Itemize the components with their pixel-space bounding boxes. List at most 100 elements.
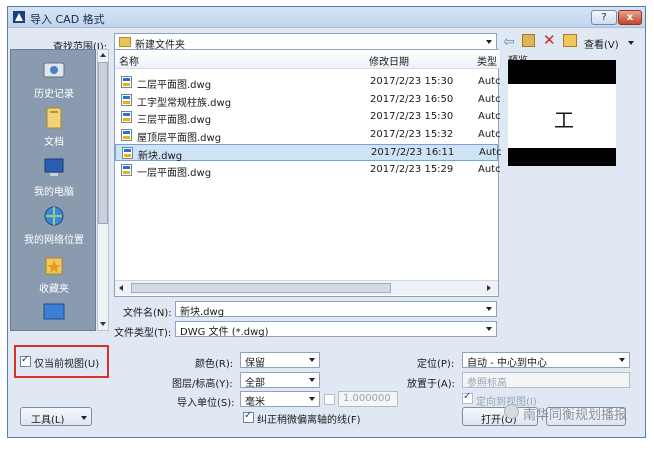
units-label: 导入单位(S): bbox=[177, 398, 235, 409]
file-type: Autc bbox=[478, 164, 501, 175]
file-name: 二层平面图.dwg bbox=[137, 80, 212, 91]
correct-lines-label: 纠正稍微偏离轴的线(F) bbox=[257, 415, 361, 426]
new-folder-icon[interactable] bbox=[563, 34, 577, 47]
current-view-label: 仅当前视图(U) bbox=[34, 359, 100, 370]
file-name: 工字型常规柱族.dwg bbox=[137, 98, 232, 109]
color-select[interactable]: 保留 bbox=[240, 352, 320, 369]
file-type: Autc bbox=[478, 111, 501, 122]
documents-icon bbox=[46, 107, 62, 129]
file-date: 2017/2/23 16:50 bbox=[370, 94, 454, 105]
file-list: 名称 修改日期 类型 二层平面图.dwg 2017/2/23 15:30 Aut… bbox=[114, 49, 502, 297]
file-row[interactable]: 二层平面图.dwg 2017/2/23 15:30 Autc bbox=[115, 74, 501, 91]
file-name: 一层平面图.dwg bbox=[137, 168, 212, 179]
places-scrollbar[interactable] bbox=[97, 49, 109, 331]
filename-label: 文件名(N): bbox=[123, 308, 172, 319]
chevron-down-icon bbox=[619, 358, 625, 362]
close-button[interactable]: x bbox=[618, 10, 642, 25]
color-label: 颜色(R): bbox=[195, 359, 234, 370]
delete-icon[interactable]: ✕ bbox=[543, 31, 556, 49]
file-type: Autc bbox=[479, 147, 502, 158]
file-name: 新块.dwg bbox=[138, 151, 183, 162]
file-row[interactable]: 工字型常规柱族.dwg 2017/2/23 16:50 Autc bbox=[115, 92, 501, 109]
computer-icon bbox=[44, 158, 64, 176]
place-at-label: 放置于(A): bbox=[407, 379, 456, 390]
file-row[interactable]: 屋顶层平面图.dwg 2017/2/23 15:32 Autc bbox=[115, 127, 501, 144]
view-chevron-icon[interactable] bbox=[628, 41, 634, 45]
folder-icon bbox=[119, 37, 131, 47]
file-list-hscrollbar[interactable] bbox=[115, 280, 498, 295]
dwg-file-icon bbox=[121, 111, 132, 123]
filetype-select[interactable]: DWG 文件 (*.dwg) bbox=[175, 321, 497, 338]
revit-app-icon bbox=[13, 11, 25, 23]
layers-select[interactable]: 全部 bbox=[240, 372, 320, 389]
file-date: 2017/2/23 15:30 bbox=[370, 76, 454, 87]
file-row-selected[interactable]: 新块.dwg 2017/2/23 16:11 Autc bbox=[115, 144, 502, 162]
place-at-select[interactable]: 参照标高 bbox=[462, 372, 630, 389]
file-name: 三层平面图.dwg bbox=[137, 115, 212, 126]
dwg-file-icon bbox=[121, 164, 132, 176]
orient-to-view-checkbox[interactable] bbox=[462, 391, 473, 404]
file-row[interactable]: 一层平面图.dwg 2017/2/23 15:29 Autc bbox=[115, 162, 501, 179]
units-select[interactable]: 毫米 bbox=[240, 391, 320, 408]
places-bar: 历史记录 文档 我的电脑 我的网络位置 收藏夹 bbox=[10, 49, 96, 331]
help-button[interactable]: ? bbox=[591, 10, 617, 25]
position-select[interactable]: 自动 - 中心到中心 bbox=[462, 352, 630, 369]
column-header-type[interactable]: 类型 bbox=[473, 50, 501, 69]
file-date: 2017/2/23 15:29 bbox=[370, 164, 454, 175]
chevron-down-icon bbox=[486, 307, 492, 311]
preview-top-band bbox=[508, 60, 616, 84]
filename-input[interactable]: 新块.dwg bbox=[175, 301, 497, 318]
favorites-icon bbox=[45, 257, 63, 275]
place-computer[interactable]: 我的电脑 bbox=[11, 156, 97, 198]
tools-button[interactable]: 工具(L) bbox=[20, 407, 92, 426]
preview-bottom-band bbox=[508, 148, 616, 166]
scroll-thumb[interactable] bbox=[98, 62, 108, 224]
place-label: 我的网络位置 bbox=[24, 235, 84, 246]
back-icon[interactable]: ⇦ bbox=[503, 34, 515, 50]
column-header-name[interactable]: 名称 bbox=[115, 50, 366, 69]
view-menu-label[interactable]: 查看(V) bbox=[584, 36, 619, 51]
watermark-text: 南华同衡规划播报 bbox=[523, 408, 628, 423]
window-title: 导入 CAD 格式 bbox=[30, 13, 105, 26]
file-type: Autc bbox=[478, 129, 501, 140]
hscroll-thumb[interactable] bbox=[131, 283, 391, 293]
filetype-label: 文件类型(T): bbox=[114, 328, 172, 339]
units-factor-field[interactable]: 1.000000 bbox=[338, 391, 398, 407]
dwg-file-icon bbox=[121, 94, 132, 106]
units-factor-checkbox[interactable] bbox=[324, 394, 335, 405]
place-label: 历史记录 bbox=[34, 89, 74, 100]
place-favorites[interactable]: 收藏夹 bbox=[11, 253, 97, 295]
current-view-checkbox[interactable] bbox=[20, 354, 31, 367]
watermark-logo-icon bbox=[504, 404, 519, 419]
scroll-up-icon[interactable] bbox=[100, 53, 106, 57]
up-folder-icon[interactable] bbox=[522, 34, 535, 47]
place-label: 文档 bbox=[44, 137, 64, 148]
chevron-down-icon bbox=[309, 358, 315, 362]
history-icon bbox=[43, 62, 65, 78]
layers-label: 图层/标高(Y): bbox=[172, 379, 233, 390]
place-network[interactable]: 我的网络位置 bbox=[11, 204, 97, 246]
dwg-file-icon bbox=[121, 76, 132, 88]
scroll-right-icon[interactable] bbox=[487, 285, 491, 291]
scroll-left-icon[interactable] bbox=[119, 285, 123, 291]
chevron-down-icon bbox=[486, 40, 492, 44]
correct-lines-checkbox[interactable] bbox=[243, 410, 254, 423]
place-documents[interactable]: 文档 bbox=[11, 106, 97, 148]
position-label: 定位(P): bbox=[417, 359, 455, 370]
preview-symbol: 工 bbox=[554, 108, 574, 132]
place-desktop[interactable] bbox=[11, 300, 97, 327]
column-header-modified[interactable]: 修改日期 bbox=[365, 50, 474, 69]
file-row[interactable]: 三层平面图.dwg 2017/2/23 15:30 Autc bbox=[115, 109, 501, 126]
tools-chevron-icon bbox=[81, 416, 87, 420]
preview-pane: 工 bbox=[508, 60, 616, 166]
chevron-down-icon bbox=[309, 397, 315, 401]
file-date: 2017/2/23 16:11 bbox=[371, 147, 455, 158]
chevron-down-icon bbox=[309, 378, 315, 382]
scroll-down-icon[interactable] bbox=[100, 322, 106, 326]
place-label: 我的电脑 bbox=[34, 187, 74, 198]
desktop-icon bbox=[43, 303, 65, 320]
dwg-file-icon bbox=[122, 147, 133, 159]
file-date: 2017/2/23 15:32 bbox=[370, 129, 454, 140]
place-history[interactable]: 历史记录 bbox=[11, 58, 97, 100]
file-date: 2017/2/23 15:30 bbox=[370, 111, 454, 122]
